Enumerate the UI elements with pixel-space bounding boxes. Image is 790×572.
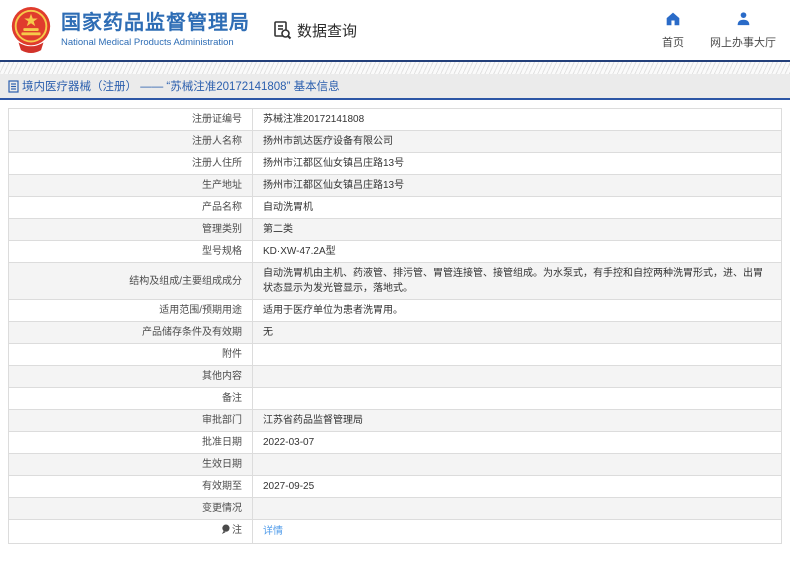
site-header: 国家药品监督管理局 National Medical Products Admi… [0, 0, 790, 62]
table-row: 注册人名称 扬州市凯达医疗设备有限公司 [8, 130, 782, 153]
row-label: 变更情况 [8, 497, 253, 520]
row-label: 生产地址 [8, 174, 253, 197]
document-icon [8, 79, 19, 93]
nav-online-hall[interactable]: 网上办事大厅 [710, 11, 776, 50]
data-query-title: 数据查询 [272, 20, 357, 41]
header-nav: 首页 网上办事大厅 [662, 11, 776, 50]
row-label-note: 注 [8, 519, 253, 544]
table-row: 生产地址 扬州市江都区仙女镇吕庄路13号 [8, 174, 782, 197]
row-value: 2022-03-07 [252, 431, 782, 454]
national-emblem-logo [8, 5, 54, 55]
row-value [252, 387, 782, 410]
row-label: 注册人名称 [8, 130, 253, 153]
row-label: 注册证编号 [8, 108, 253, 131]
table-row: 管理类别 第二类 [8, 218, 782, 241]
row-value [252, 497, 782, 520]
row-label: 产品储存条件及有效期 [8, 321, 253, 344]
table-row: 注册人住所 扬州市江都区仙女镇吕庄路13号 [8, 152, 782, 175]
row-value: 自动洗胃机 [252, 196, 782, 219]
row-label: 管理类别 [8, 218, 253, 241]
row-value: 扬州市凯达医疗设备有限公司 [252, 130, 782, 153]
table-row: 生效日期 [8, 453, 782, 476]
row-label: 有效期至 [8, 475, 253, 498]
row-value: 扬州市江都区仙女镇吕庄路13号 [252, 174, 782, 197]
row-value: 扬州市江都区仙女镇吕庄路13号 [252, 152, 782, 175]
table-row: 备注 [8, 387, 782, 410]
table-row: 批准日期 2022-03-07 [8, 431, 782, 454]
row-label: 其他内容 [8, 365, 253, 388]
row-value [252, 453, 782, 476]
row-value: 自动洗胃机由主机、药液管、排污管、胃管连接管、接管组成。为水泵式，有手控和自控两… [252, 262, 782, 300]
data-query-label: 数据查询 [297, 22, 358, 40]
table-row: 型号规格 KD·XW-47.2A型 [8, 240, 782, 263]
row-value: 2027-09-25 [252, 475, 782, 498]
row-label: 产品名称 [8, 196, 253, 219]
table-row: 产品储存条件及有效期无 [8, 321, 782, 344]
row-value [252, 365, 782, 388]
brand: 国家药品监督管理局 National Medical Products Admi… [8, 5, 250, 55]
table-row: 有效期至 2027-09-25 [8, 475, 782, 498]
table-row: 注册证编号 苏械注准20172141808 [8, 108, 782, 131]
row-label: 批准日期 [8, 431, 253, 454]
row-value: 苏械注准20172141808 [252, 108, 782, 131]
note-label: 注 [232, 525, 242, 536]
user-icon [736, 11, 751, 31]
row-label: 型号规格 [8, 240, 253, 263]
row-value-note: 详情 [252, 519, 782, 544]
table-row: 注 详情 [8, 519, 782, 544]
breadcrumb-text: 境内医疗器械（注册） —— “苏械注准20172141808” 基本信息 [22, 81, 340, 93]
row-value: 第二类 [252, 218, 782, 241]
table-row: 变更情况 [8, 497, 782, 520]
decorative-stripe-band [0, 62, 790, 74]
row-label: 适用范围/预期用途 [8, 299, 253, 322]
row-value: 江苏省药品监督管理局 [252, 409, 782, 432]
row-label: 生效日期 [8, 453, 253, 476]
brand-text: 国家药品监督管理局 National Medical Products Admi… [61, 12, 250, 48]
row-label: 备注 [8, 387, 253, 410]
home-icon [665, 11, 681, 31]
table-wrapper: 注册证编号 苏械注准20172141808 注册人名称 扬州市凯达医疗设备有限公司 … [0, 100, 790, 544]
registration-info-table: 注册证编号 苏械注准20172141808 注册人名称 扬州市凯达医疗设备有限公司 … [8, 108, 782, 544]
table-row: 审批部门 江苏省药品监督管理局 [8, 409, 782, 432]
row-value: KD·XW-47.2A型 [252, 240, 782, 263]
row-label: 结构及组成/主要组成成分 [8, 262, 253, 300]
document-search-icon [272, 20, 292, 40]
table-row: 其他内容 [8, 365, 782, 388]
table-row: 附件 [8, 343, 782, 366]
row-label: 审批部门 [8, 409, 253, 432]
nav-online-hall-label: 网上办事大厅 [710, 36, 776, 49]
nav-home-label: 首页 [662, 36, 684, 49]
agency-name-cn: 国家药品监督管理局 [61, 12, 250, 34]
breadcrumb: 境内医疗器械（注册） —— “苏械注准20172141808” 基本信息 [0, 74, 790, 100]
row-label: 注册人住所 [8, 152, 253, 175]
detail-link[interactable]: 详情 [263, 526, 283, 537]
note-pin-icon [221, 524, 230, 540]
table-row: 适用范围/预期用途 适用于医疗单位为患者洗胃用。 [8, 299, 782, 322]
table-row: 结构及组成/主要组成成分 自动洗胃机由主机、药液管、排污管、胃管连接管、接管组成。… [8, 262, 782, 300]
table-row: 产品名称 自动洗胃机 [8, 196, 782, 219]
row-value: 适用于医疗单位为患者洗胃用。 [252, 299, 782, 322]
row-label: 附件 [8, 343, 253, 366]
row-value: 无 [252, 321, 782, 344]
nav-home[interactable]: 首页 [662, 11, 684, 50]
row-value [252, 343, 782, 366]
agency-name-en: National Medical Products Administration [61, 37, 234, 48]
